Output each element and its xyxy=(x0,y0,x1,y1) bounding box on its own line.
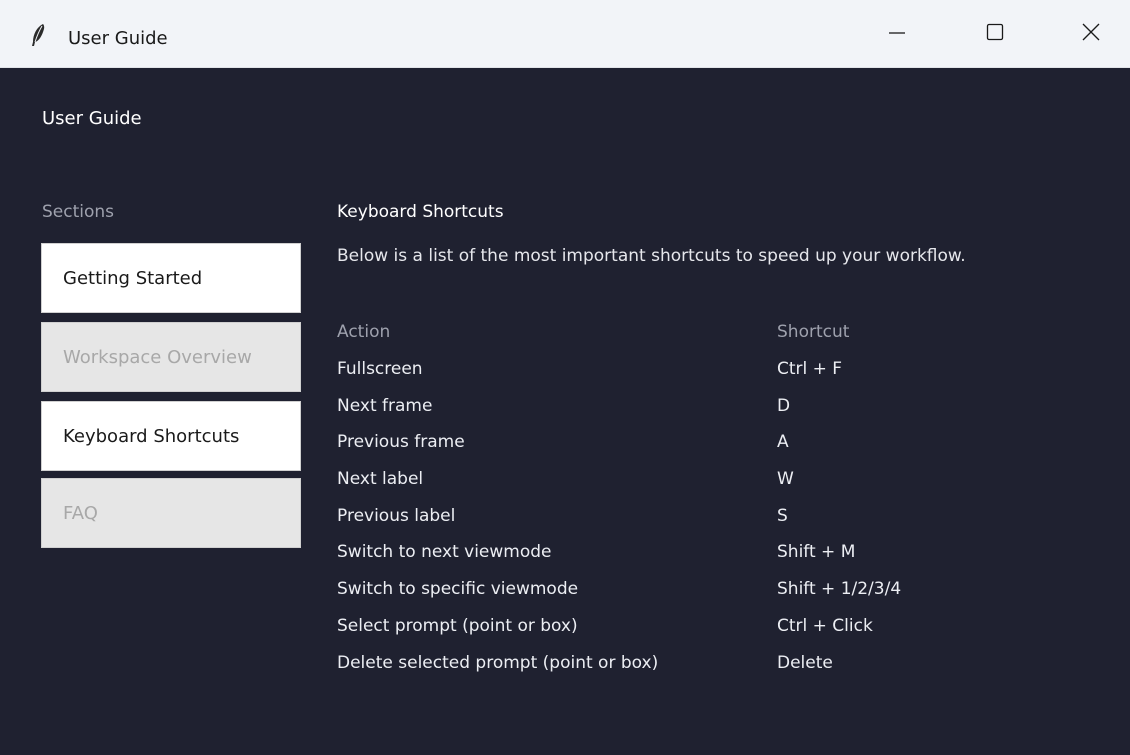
table-row: Previous frame A xyxy=(337,424,901,461)
table-row: Previous label S xyxy=(337,497,901,534)
nav-button-getting-started[interactable]: Getting Started xyxy=(41,243,301,313)
shortcut-cell: S xyxy=(777,505,788,526)
maximize-icon xyxy=(986,23,1004,45)
minimize-button[interactable] xyxy=(852,0,942,68)
action-cell: Fullscreen xyxy=(337,359,423,380)
action-cell: Next label xyxy=(337,469,424,490)
shortcut-cell: Ctrl + Click xyxy=(777,615,873,636)
sections-label: Sections xyxy=(42,202,115,222)
shortcut-table: Action Shortcut Fullscreen Ctrl + F Next… xyxy=(337,314,901,681)
action-cell: Previous label xyxy=(337,505,456,526)
nav-button-faq[interactable]: FAQ xyxy=(41,478,301,548)
shortcut-cell: Ctrl + F xyxy=(777,359,843,380)
column-header-shortcut: Shortcut xyxy=(777,322,850,343)
shortcut-cell: A xyxy=(777,432,789,453)
feather-icon xyxy=(30,23,46,47)
nav-button-keyboard-shortcuts[interactable]: Keyboard Shortcuts xyxy=(41,401,301,471)
shortcut-cell: Shift + 1/2/3/4 xyxy=(777,579,902,600)
table-header-row: Action Shortcut xyxy=(337,314,901,351)
action-cell: Previous frame xyxy=(337,432,465,453)
table-row: Select prompt (point or box) Ctrl + Clic… xyxy=(337,608,901,645)
table-row: Next label W xyxy=(337,461,901,498)
shortcut-cell: Delete xyxy=(777,652,833,673)
page-heading: User Guide xyxy=(42,108,142,129)
maximize-button[interactable] xyxy=(950,0,1040,68)
table-row: Delete selected prompt (point or box) De… xyxy=(337,644,901,681)
table-row: Next frame D xyxy=(337,387,901,424)
content-title: Keyboard Shortcuts xyxy=(337,202,504,222)
action-cell: Switch to next viewmode xyxy=(337,542,552,563)
minimize-icon xyxy=(888,23,906,45)
column-header-action: Action xyxy=(337,322,391,343)
table-row: Switch to next viewmode Shift + M xyxy=(337,534,901,571)
action-cell: Next frame xyxy=(337,395,433,416)
action-cell: Select prompt (point or box) xyxy=(337,615,578,636)
shortcut-cell: Shift + M xyxy=(777,542,856,563)
title-bar[interactable]: User Guide xyxy=(0,0,1130,68)
action-cell: Delete selected prompt (point or box) xyxy=(337,652,659,673)
nav-button-workspace-overview[interactable]: Workspace Overview xyxy=(41,322,301,392)
table-row: Fullscreen Ctrl + F xyxy=(337,351,901,388)
close-button[interactable] xyxy=(1046,0,1130,68)
shortcut-cell: W xyxy=(777,469,794,490)
shortcut-cell: D xyxy=(777,395,791,416)
content-description: Below is a list of the most important sh… xyxy=(337,246,966,266)
window-title: User Guide xyxy=(68,28,168,49)
table-row: Switch to specific viewmode Shift + 1/2/… xyxy=(337,571,901,608)
action-cell: Switch to specific viewmode xyxy=(337,579,579,600)
close-icon xyxy=(1082,23,1100,45)
user-guide-window: User Guide User Guide Sections Getting S… xyxy=(0,0,1130,755)
